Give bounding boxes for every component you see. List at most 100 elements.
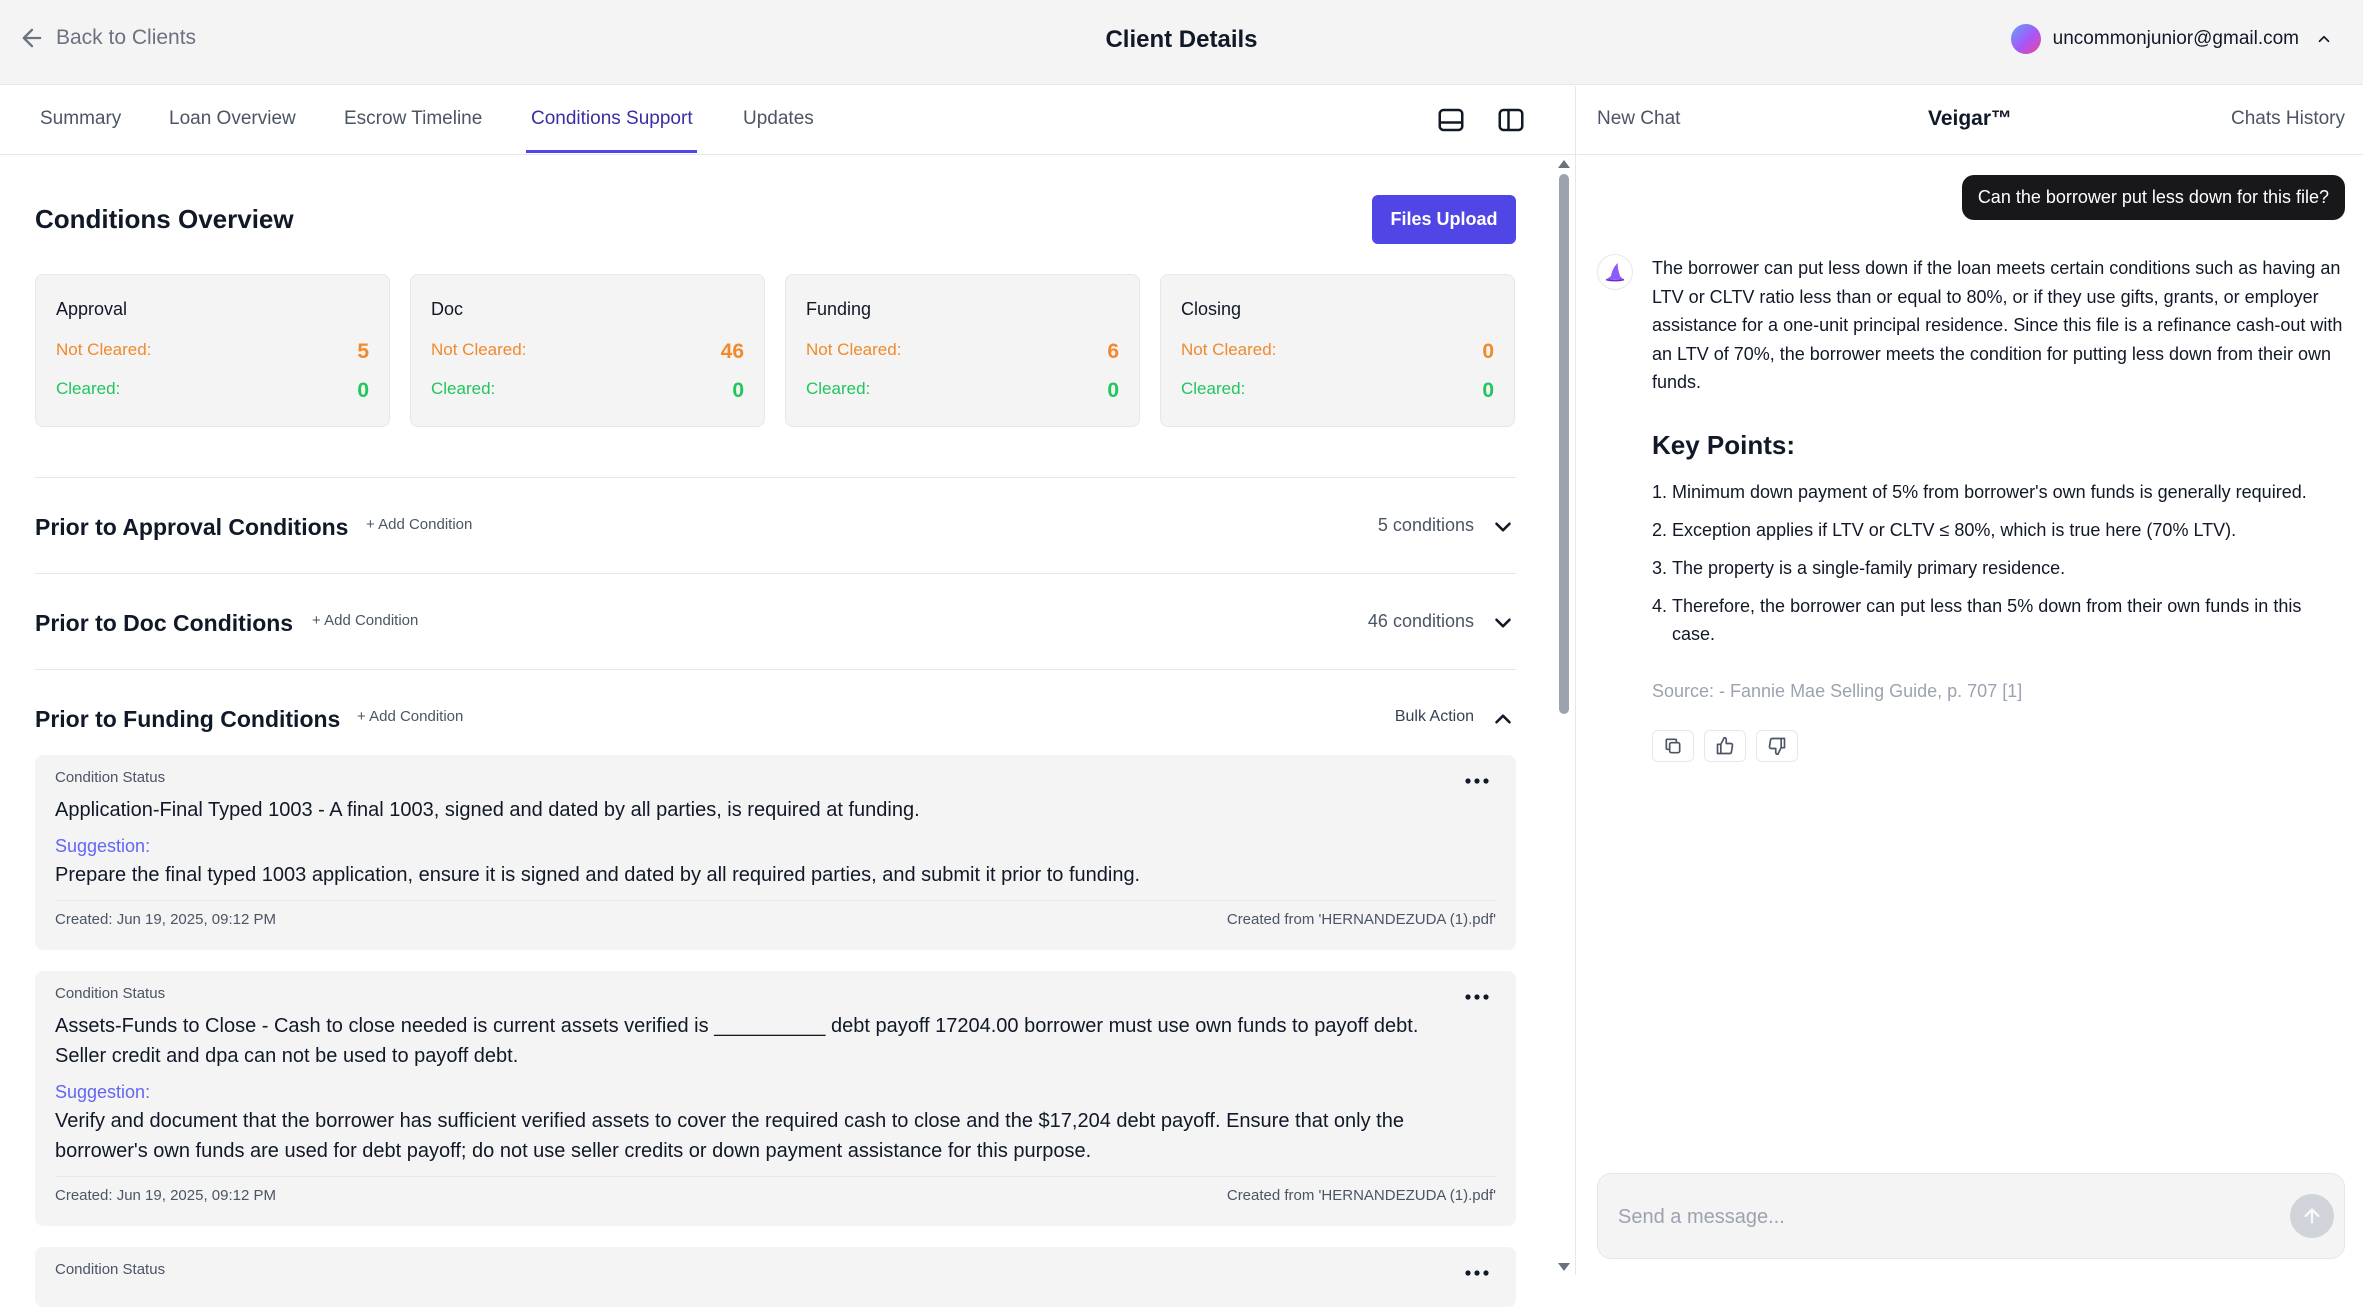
stat-card-name: Closing [1181, 299, 1242, 319]
chat-header: New Chat Veigar™ Chats History [1577, 86, 2363, 155]
scroll-thumb[interactable] [1559, 174, 1569, 714]
files-upload-button[interactable]: Files Upload [1372, 195, 1516, 244]
suggestion-text: Verify and document that the borrower ha… [55, 1110, 1404, 1162]
tab-escrow-timeline[interactable]: Escrow Timeline [344, 108, 482, 150]
user-email: uncommonjunior@gmail.com [2052, 28, 2299, 49]
cleared-row: Cleared: 0 [431, 379, 744, 403]
arrow-up-icon [2304, 1208, 2320, 1224]
page-title: Client Details [1105, 26, 1258, 53]
suggestion-label: Suggestion: [55, 836, 151, 856]
chevron-up-icon [2318, 35, 2330, 43]
not-cleared-row: Not Cleared: 46 [431, 340, 744, 364]
send-button[interactable] [2290, 1194, 2334, 1238]
stat-card-name: Funding [806, 299, 872, 319]
tab-bar: Summary Loan Overview Escrow Timeline Co… [0, 86, 1575, 155]
condition-status-label: Condition Status [55, 1261, 166, 1278]
list-number: 3. [1652, 558, 1668, 578]
cleared-label: Cleared: [56, 379, 121, 398]
cleared-label: Cleared: [806, 379, 871, 398]
bulk-action-button[interactable]: Bulk Action [1395, 708, 1474, 726]
more-options-icon[interactable] [1462, 769, 1492, 793]
divider [55, 900, 1496, 901]
list-number: 2. [1652, 520, 1668, 540]
tab-loan-overview[interactable]: Loan Overview [169, 108, 296, 150]
list-number: 4. [1652, 596, 1668, 616]
not-cleared-label: Not Cleared: [806, 340, 902, 359]
scrollbar[interactable] [1553, 156, 1575, 1275]
layout-bottom-panel-button[interactable] [1434, 104, 1468, 138]
cleared-count: 0 [1107, 379, 1119, 402]
layout-side-panel-button[interactable] [1494, 104, 1528, 138]
not-cleared-count: 46 [720, 340, 744, 363]
not-cleared-count: 0 [1482, 340, 1494, 363]
add-condition-button[interactable]: + Add Condition [312, 612, 418, 629]
key-points-list: 1. Minimum down payment of 5% from borrow… [1652, 478, 2346, 658]
section-prior-to-funding[interactable]: Prior to Funding Conditions + Add Condit… [35, 669, 1516, 765]
chevron-down-icon[interactable] [1490, 610, 1516, 636]
message-input[interactable] [1618, 1200, 2258, 1234]
thumbs-down-button[interactable] [1756, 730, 1798, 762]
not-cleared-label: Not Cleared: [431, 340, 527, 359]
condition-card[interactable]: Condition Status Assets-Funds to Close -… [35, 971, 1516, 1226]
created-date: Created: Jun 19, 2025, 09:12 PM [55, 911, 276, 928]
thumbs-down-icon [1768, 737, 1786, 756]
copy-icon [1665, 738, 1681, 754]
list-item: 1. Minimum down payment of 5% from borrow… [1652, 478, 2346, 506]
stat-card-closing: Closing Not Cleared: 0 Cleared: 0 [1160, 274, 1515, 427]
condition-count: 46 conditions [1367, 611, 1474, 631]
back-to-clients-link[interactable]: Back to Clients [18, 24, 196, 52]
panel-bottom-icon [1438, 108, 1464, 131]
condition-card[interactable]: Condition Status Application-Final Typed… [35, 755, 1516, 950]
top-header: Back to Clients Client Details uncommonj… [0, 0, 2363, 85]
condition-text: Assets-Funds to Close - Cash to close ne… [55, 1015, 1419, 1067]
not-cleared-count: 5 [357, 340, 369, 363]
tab-conditions-support[interactable]: Conditions Support [526, 108, 697, 153]
stat-card-name: Doc [431, 299, 464, 319]
conditions-overview-title: Conditions Overview [35, 204, 294, 234]
condition-status-label: Condition Status [55, 769, 166, 786]
created-from-source: Created from 'HERNANDEZUDA (1).pdf' [1226, 911, 1496, 928]
stat-card-funding: Funding Not Cleared: 6 Cleared: 0 [785, 274, 1140, 427]
panel-left-icon [1498, 108, 1524, 131]
section-prior-to-doc[interactable]: Prior to Doc Conditions + Add Condition … [35, 573, 1516, 669]
more-options-icon[interactable] [1462, 985, 1492, 1009]
condition-card[interactable]: Condition Status [35, 1247, 1516, 1307]
list-text: Minimum down payment of 5% from borrower… [1672, 482, 2307, 502]
source-citation: Source: - Fannie Mae Selling Guide, p. 7… [1652, 681, 2023, 701]
chats-history-button[interactable]: Chats History [2231, 108, 2345, 130]
user-message-bubble: Can the borrower put less down for this … [1961, 175, 2345, 220]
back-label: Back to Clients [56, 26, 197, 49]
condition-status-label: Condition Status [55, 985, 166, 1002]
tab-summary[interactable]: Summary [40, 108, 121, 150]
condition-text: Application-Final Typed 1003 - A final 1… [55, 799, 920, 821]
assistant-avatar [1597, 254, 1633, 290]
section-title: Prior to Funding Conditions [35, 706, 341, 732]
message-actions [1652, 730, 1798, 762]
section-title: Prior to Approval Conditions [35, 514, 349, 540]
scroll-up-arrow[interactable] [1558, 160, 1570, 168]
section-prior-to-approval[interactable]: Prior to Approval Conditions + Add Condi… [35, 477, 1516, 573]
cleared-count: 0 [357, 379, 369, 402]
stat-card-doc: Doc Not Cleared: 46 Cleared: 0 [410, 274, 765, 427]
add-condition-button[interactable]: + Add Condition [357, 708, 463, 725]
user-menu[interactable]: uncommonjunior@gmail.com [2010, 24, 2333, 54]
list-item: 3. The property is a single-family primar… [1652, 554, 2346, 582]
new-chat-button[interactable]: New Chat [1597, 108, 1680, 130]
chevron-up-icon[interactable] [1490, 706, 1516, 732]
scroll-down-arrow[interactable] [1558, 1263, 1570, 1271]
thumbs-up-button[interactable] [1704, 730, 1746, 762]
suggestion-label: Suggestion: [55, 1082, 151, 1102]
more-options-icon[interactable] [1462, 1261, 1492, 1285]
add-condition-button[interactable]: + Add Condition [366, 516, 472, 533]
condition-count: 5 conditions [1377, 515, 1474, 535]
not-cleared-row: Not Cleared: 5 [56, 340, 369, 364]
cleared-row: Cleared: 0 [806, 379, 1119, 403]
chevron-down-icon[interactable] [1490, 514, 1516, 540]
cleared-count: 0 [732, 379, 744, 402]
created-date: Created: Jun 19, 2025, 09:12 PM [55, 1187, 276, 1204]
not-cleared-row: Not Cleared: 6 [806, 340, 1119, 364]
not-cleared-row: Not Cleared: 0 [1181, 340, 1494, 364]
cleared-label: Cleared: [431, 379, 496, 398]
tab-updates[interactable]: Updates [743, 108, 814, 150]
copy-button[interactable] [1652, 730, 1694, 762]
